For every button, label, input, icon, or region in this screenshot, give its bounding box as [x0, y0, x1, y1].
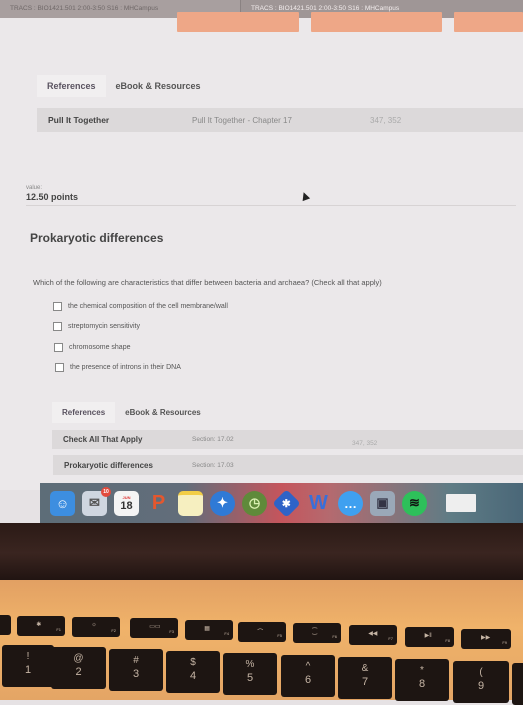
key-f8[interactable]: ▶ǁ F8 [405, 627, 454, 647]
minimized-window-icon[interactable] [446, 494, 476, 512]
key-f3[interactable]: ▭▭ F3 [130, 618, 178, 638]
option-label: the chemical composition of the cell mem… [68, 303, 228, 310]
key-0[interactable] [512, 663, 523, 705]
word-icon[interactable]: W [306, 491, 331, 516]
key-3[interactable]: #3 [109, 649, 163, 691]
calendar-icon[interactable]: JUN 18 [114, 490, 139, 516]
checkbox[interactable] [55, 363, 64, 372]
checkbox[interactable] [54, 343, 63, 352]
laptop-bezel [0, 523, 523, 583]
key-f4[interactable]: ▦ F4 [185, 620, 233, 640]
reference-pages: 347, 352 [352, 440, 378, 447]
option-label: streptomycin sensitivity [68, 323, 140, 330]
time-machine-icon[interactable]: ◷ [242, 490, 267, 516]
reference-row[interactable]: Check All That Apply Section: 17.02 347,… [52, 430, 523, 449]
nav-button[interactable] [454, 12, 523, 32]
mouse-cursor-icon [299, 190, 311, 202]
key-f5[interactable]: ⌒ F5 [238, 622, 286, 642]
key-6[interactable]: ^ 6 [281, 655, 335, 697]
reference-pages: 347, 352 [370, 115, 402, 125]
reference-name: Pull It Together [48, 115, 110, 125]
checkbox[interactable] [53, 322, 62, 331]
option-label: the presence of introns in their DNA [70, 364, 181, 371]
key-2[interactable]: @2 [51, 647, 106, 689]
points-value: 12.50 points [26, 192, 79, 202]
nav-button[interactable] [177, 12, 299, 32]
mail-icon[interactable]: ✉ 10 [82, 486, 111, 516]
finder-icon[interactable]: ☺ [50, 490, 75, 516]
key-f7[interactable]: ◀◀ F7 [349, 625, 397, 645]
tab-references[interactable]: References [52, 402, 116, 423]
tab-ebook-resources[interactable]: eBook & Resources [106, 75, 211, 97]
reference-name: Prokaryotic differences [64, 460, 153, 470]
spotify-icon[interactable]: ≋ [402, 490, 427, 516]
option-label: chromosome shape [69, 344, 131, 351]
option-introns[interactable]: the presence of introns in their DNA [55, 363, 181, 372]
key-4[interactable]: $4 [166, 651, 220, 693]
notes-icon[interactable] [178, 490, 203, 516]
reference-section[interactable]: Section: 17.03 [192, 462, 234, 469]
browser-screen: TRACS : BIO1421.501 2:00-3:50 S16 : MHCa… [0, 0, 523, 490]
tab-ebook-resources[interactable]: eBook & Resources [115, 402, 211, 423]
checkbox[interactable] [53, 302, 62, 311]
reference-row[interactable]: Prokaryotic differences Section: 17.03 [53, 455, 523, 475]
key-escape[interactable] [0, 615, 11, 635]
messages-icon[interactable]: … [338, 490, 363, 516]
key-f9[interactable]: ▶▶ F9 [461, 629, 511, 649]
reference-name: Check All That Apply [63, 435, 143, 444]
reference-detail[interactable]: Pull It Together - Chapter 17 [192, 116, 292, 125]
key-1[interactable]: ! 1 [2, 645, 54, 687]
nav-button[interactable] [311, 12, 442, 32]
bluetooth-icon[interactable]: ✱ [272, 488, 301, 518]
safari-icon[interactable]: ✦ [210, 490, 235, 516]
key-5[interactable]: % 5 [223, 653, 277, 695]
references-tabs: References eBook & Resources [37, 75, 211, 97]
value-label: value: [26, 185, 43, 191]
references-tabs-bottom: References eBook & Resources [52, 402, 211, 423]
reference-row[interactable]: Pull It Together Pull It Together - Chap… [37, 108, 523, 132]
option-chromosome-shape[interactable]: chromosome shape [54, 343, 130, 352]
key-f2[interactable]: ☼ F2 [72, 617, 120, 637]
key-7[interactable]: & 7 [338, 657, 392, 699]
powerpoint-icon[interactable]: P [146, 491, 171, 516]
option-cell-membrane[interactable]: the chemical composition of the cell mem… [53, 302, 228, 311]
reference-section[interactable]: Section: 17.02 [192, 436, 234, 443]
preview-icon[interactable]: ▣ [370, 490, 395, 516]
key-8[interactable]: * 8 [395, 659, 449, 701]
notification-badge: 10 [101, 486, 111, 497]
dock: ☺ ✉ 10 JUN 18 P ✦ ◷ ✱ W … ▣ ≋ [40, 483, 523, 523]
option-streptomycin[interactable]: streptomycin sensitivity [53, 322, 140, 331]
divider [26, 205, 516, 206]
question-prompt: Which of the following are characteristi… [33, 278, 382, 287]
key-f1[interactable]: ✱ F1 [17, 616, 65, 636]
key-9[interactable]: (9 [453, 661, 509, 703]
question-title: Prokaryotic differences [30, 231, 164, 245]
tab-references[interactable]: References [37, 75, 106, 97]
key-f6[interactable]: ⁐ F6 [293, 623, 341, 643]
